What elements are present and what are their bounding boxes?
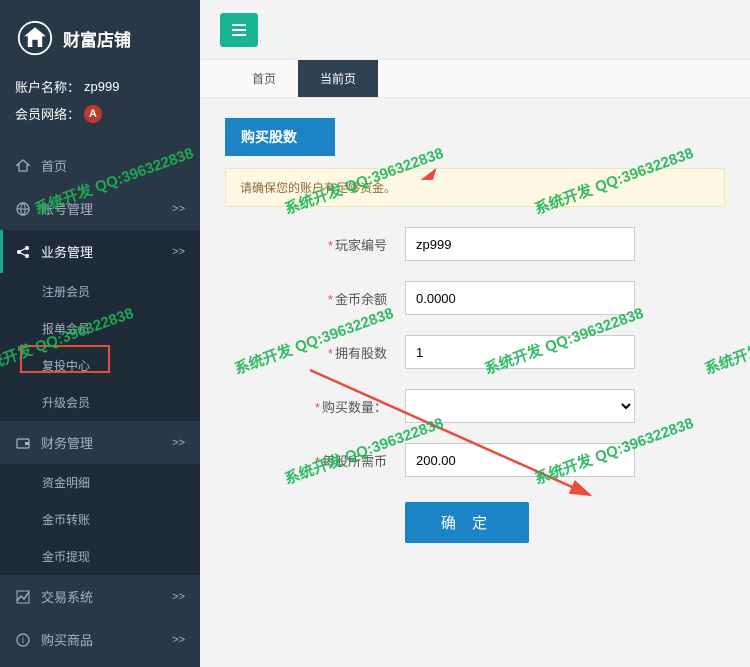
nav-list: 首页 账号管理 >> 业务管理 >> 注册会员 报单会员 复投中心 升级会员 财… [0,144,200,661]
share-icon [15,244,31,260]
submit-button[interactable]: 确 定 [405,502,529,543]
info-icon: i [15,632,31,648]
form: *玩家编号 *金币余额 *拥有股数 *购买数量： *每股所需币 确 定 [225,227,725,543]
select-buy-qty[interactable] [405,389,635,423]
globe-icon [15,201,31,217]
sub-reinvest-center[interactable]: 复投中心 [0,347,200,384]
account-name-value: zp999 [84,79,119,94]
nav-finance-mgmt[interactable]: 财务管理 >> [0,421,200,464]
input-player-id[interactable] [405,227,635,261]
input-per-share[interactable] [405,443,635,477]
account-info: 账户名称： zp999 会员网络： A [0,68,200,132]
nav-arrow: >> [172,591,185,603]
nav-home-label: 首页 [41,156,67,175]
home-icon [15,158,31,174]
label-gold-balance: *金币余额 [225,289,405,308]
input-gold-balance[interactable] [405,281,635,315]
nav-arrow: >> [172,634,185,646]
label-player-id: *玩家编号 [225,235,405,254]
input-own-shares[interactable] [405,335,635,369]
menu-toggle-button[interactable] [220,13,258,47]
svg-text:i: i [22,635,25,645]
nav-home[interactable]: 首页 [0,144,200,187]
account-network-label: 会员网络： [15,104,80,123]
wallet-icon [15,435,31,451]
network-badge: A [84,105,102,123]
brand-title: 财富店铺 [63,26,131,51]
tab-current[interactable]: 当前页 [298,60,378,97]
label-per-share: *每股所需币 [225,451,405,470]
nav-arrow: >> [172,437,185,449]
hamburger-icon [232,24,246,36]
sidebar: 财富店铺 账户名称： zp999 会员网络： A 首页 账号管理 >> 业务管理… [0,0,200,667]
section-header: 购买股数 [225,118,335,156]
sub-gold-transfer[interactable]: 金币转账 [0,501,200,538]
content: 购买股数 请确保您的账户有足够资金。 *玩家编号 *金币余额 *拥有股数 *购买… [200,98,750,563]
sub-upgrade-member[interactable]: 升级会员 [0,384,200,421]
nav-business-mgmt[interactable]: 业务管理 >> [0,230,200,273]
nav-buy-goods[interactable]: i 购买商品 >> [0,618,200,661]
business-subnav: 注册会员 报单会员 复投中心 升级会员 [0,273,200,421]
nav-arrow: >> [172,246,185,258]
logo-section: 财富店铺 [0,0,200,68]
alert-box: 请确保您的账户有足够资金。 [225,168,725,207]
sub-report-member[interactable]: 报单会员 [0,310,200,347]
nav-account-mgmt[interactable]: 账号管理 >> [0,187,200,230]
sub-register-member[interactable]: 注册会员 [0,273,200,310]
main-area: 首页 当前页 购买股数 请确保您的账户有足够资金。 *玩家编号 *金币余额 *拥… [200,0,750,667]
nav-business-label: 业务管理 [41,242,93,261]
tab-home[interactable]: 首页 [230,60,298,97]
house-icon [15,18,55,58]
chart-icon [15,589,31,605]
nav-arrow: >> [172,203,185,215]
tab-bar: 首页 当前页 [200,60,750,98]
sub-gold-withdraw[interactable]: 金币提现 [0,538,200,575]
label-buy-qty: *购买数量： [225,397,405,416]
nav-goods-label: 购买商品 [41,630,93,649]
finance-subnav: 资金明细 金币转账 金币提现 [0,464,200,575]
nav-trade-label: 交易系统 [41,587,93,606]
nav-finance-label: 财务管理 [41,433,93,452]
label-own-shares: *拥有股数 [225,343,405,362]
account-name-label: 账户名称： [15,77,80,96]
topbar [200,0,750,60]
nav-account-label: 账号管理 [41,199,93,218]
nav-trade-system[interactable]: 交易系统 >> [0,575,200,618]
sub-fund-detail[interactable]: 资金明细 [0,464,200,501]
